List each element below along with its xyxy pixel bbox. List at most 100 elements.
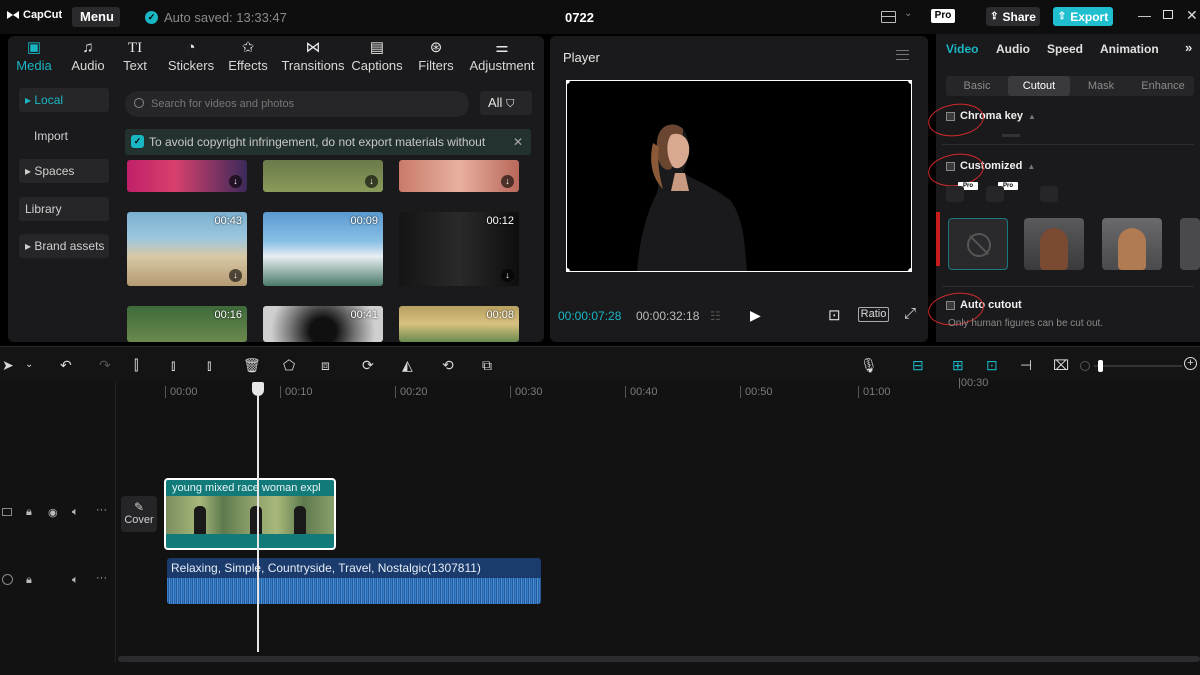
speaker-icon[interactable]: 🔈︎	[72, 506, 79, 519]
freeze-icon[interactable]: ⧈	[321, 357, 330, 373]
auto-snap-icon[interactable]: ⊞	[952, 357, 964, 373]
minimize-icon[interactable]: —	[1138, 8, 1151, 23]
more-icon[interactable]: ···	[96, 504, 107, 516]
media-thumbnail[interactable]: 00:12 ↓	[399, 212, 519, 286]
split-right-icon[interactable]: ⫾	[207, 357, 211, 373]
fit-screen-icon[interactable]: ⊡	[828, 306, 841, 324]
media-thumbnail[interactable]: ↓	[263, 160, 383, 192]
sidebar-item-brand-assets[interactable]: ▸ Brand assets	[19, 234, 109, 258]
close-icon[interactable]: ✕	[1186, 7, 1198, 24]
media-thumbnail[interactable]: 00:41	[263, 306, 383, 342]
main-track-magnet-icon[interactable]: ⊟	[912, 357, 924, 373]
filter-dropdown[interactable]: All ⛉	[480, 91, 532, 115]
media-thumbnail[interactable]: 00:43 ↓	[127, 212, 247, 286]
search-input[interactable]: Search for videos and photos	[125, 91, 469, 117]
cover-button[interactable]: ✎ Cover	[121, 496, 157, 532]
sidebar-item-import[interactable]: Import	[19, 124, 109, 148]
media-thumbnail[interactable]: ↓	[399, 160, 519, 192]
preset-thumbnail[interactable]	[1024, 218, 1084, 270]
tab-text[interactable]: TI Text	[120, 38, 150, 73]
tab-stickers[interactable]: ◔ Stickers	[166, 38, 216, 73]
share-button[interactable]: ⇪ Share	[986, 7, 1040, 26]
maximize-icon[interactable]	[1163, 10, 1173, 19]
menu-button[interactable]: Menu	[72, 7, 120, 27]
playhead-handle[interactable]	[252, 382, 264, 396]
video-clip[interactable]: young mixed race woman expl	[164, 478, 336, 550]
lock-icon[interactable]: 🔒︎	[26, 506, 32, 519]
speaker-icon[interactable]: 🔈︎	[72, 574, 79, 587]
eraser-tool-icon[interactable]	[986, 186, 1004, 202]
tab-audio[interactable]: ♫ Audio	[70, 38, 106, 73]
close-icon[interactable]: ✕	[513, 129, 523, 155]
zoom-slider-handle[interactable]	[1098, 360, 1103, 372]
sidebar-item-library[interactable]: Library	[19, 197, 109, 221]
rotate-icon[interactable]: ⟲	[442, 357, 454, 373]
playhead[interactable]	[257, 382, 259, 652]
linkage-icon[interactable]: ⊡	[986, 357, 998, 373]
media-thumbnail[interactable]: ↓	[127, 160, 247, 192]
tab-media[interactable]: ▣ Media	[16, 38, 52, 73]
preset-thumbnail[interactable]	[1180, 218, 1200, 270]
tab-captions[interactable]: ▤ Captions	[350, 38, 404, 73]
download-icon[interactable]: ↓	[229, 175, 242, 188]
subtab-enhance[interactable]: Enhance	[1132, 76, 1194, 96]
ratio-button[interactable]: Ratio	[858, 307, 889, 322]
subtab-cutout[interactable]: Cutout	[1008, 76, 1070, 96]
resize-handle[interactable]	[908, 268, 911, 271]
layout-icon[interactable]	[881, 11, 896, 23]
audio-clip[interactable]: Relaxing, Simple, Countryside, Travel, N…	[167, 558, 541, 604]
tab-effects[interactable]: ✩ Effects	[226, 38, 270, 73]
download-icon[interactable]: ↓	[501, 175, 514, 188]
marker-icon[interactable]: ⬠	[283, 357, 295, 373]
download-icon[interactable]: ↓	[365, 175, 378, 188]
sidebar-item-spaces[interactable]: ▸ Spaces	[19, 159, 109, 183]
media-thumbnail[interactable]: 00:09	[263, 212, 383, 286]
tab-video[interactable]: Video	[946, 42, 978, 56]
fit-timeline-icon[interactable]: ⌧	[1053, 357, 1069, 373]
split-icon[interactable]: ⫿	[134, 357, 138, 373]
tab-animation[interactable]: Animation	[1100, 42, 1159, 56]
select-cursor-icon[interactable]: ➤	[2, 357, 14, 373]
resize-handle[interactable]	[567, 268, 570, 271]
video-preview[interactable]	[566, 80, 912, 272]
preset-thumbnail[interactable]	[1102, 218, 1162, 270]
eye-icon[interactable]: ◉	[48, 506, 58, 519]
sidebar-item-local[interactable]: ▸ Local	[19, 88, 109, 112]
horizontal-scrollbar[interactable]	[118, 656, 1200, 662]
microphone-icon[interactable]: 🎙︎	[860, 357, 878, 373]
zoom-slider[interactable]	[1094, 360, 1182, 372]
chevron-down-icon[interactable]: ⌄	[25, 357, 33, 373]
chevron-down-icon[interactable]: ⌄	[904, 8, 912, 19]
pro-badge[interactable]: Pro	[931, 9, 955, 23]
resize-handle[interactable]	[908, 81, 911, 84]
tab-transitions[interactable]: ⋈ Transitions	[280, 38, 346, 73]
tab-adjustment[interactable]: ⚌ Adjustment	[467, 38, 537, 73]
zoom-in-icon[interactable]: +	[1184, 357, 1197, 370]
subtab-mask[interactable]: Mask	[1070, 76, 1132, 96]
export-button[interactable]: ⇧ Export	[1053, 7, 1113, 26]
mirror-icon[interactable]: ◭	[402, 357, 413, 373]
delete-icon[interactable]: 🗑︎	[243, 357, 261, 373]
tab-speed[interactable]: Speed	[1047, 42, 1083, 56]
zoom-out-icon[interactable]	[1080, 361, 1090, 371]
brush-tool-icon[interactable]	[946, 186, 964, 202]
fullscreen-icon[interactable]: ⤢	[904, 305, 916, 322]
split-left-icon[interactable]: ⫾	[171, 357, 175, 373]
more-tabs-icon[interactable]: »	[1185, 40, 1192, 55]
project-name[interactable]: 0722	[565, 10, 594, 25]
play-icon[interactable]: ▶	[750, 307, 761, 324]
lock-icon[interactable]: 🔒︎	[26, 574, 32, 587]
reset-tool-icon[interactable]	[1040, 186, 1058, 202]
undo-icon[interactable]: ↶	[60, 357, 72, 373]
redo-icon[interactable]: ↷	[99, 357, 111, 373]
media-thumbnail[interactable]: 00:08	[399, 306, 519, 342]
menu-icon[interactable]	[896, 50, 909, 60]
reverse-icon[interactable]: ⟳	[362, 357, 374, 373]
crop-icon[interactable]: ⧉	[482, 357, 492, 373]
timeline-grid-icon[interactable]: ☷	[710, 309, 732, 323]
more-icon[interactable]: ···	[96, 572, 107, 584]
tab-audio[interactable]: Audio	[996, 42, 1030, 56]
download-icon[interactable]: ↓	[501, 269, 514, 282]
tab-filters[interactable]: ⊛ Filters	[414, 38, 458, 73]
preview-axis-icon[interactable]: ⊣	[1020, 357, 1032, 373]
